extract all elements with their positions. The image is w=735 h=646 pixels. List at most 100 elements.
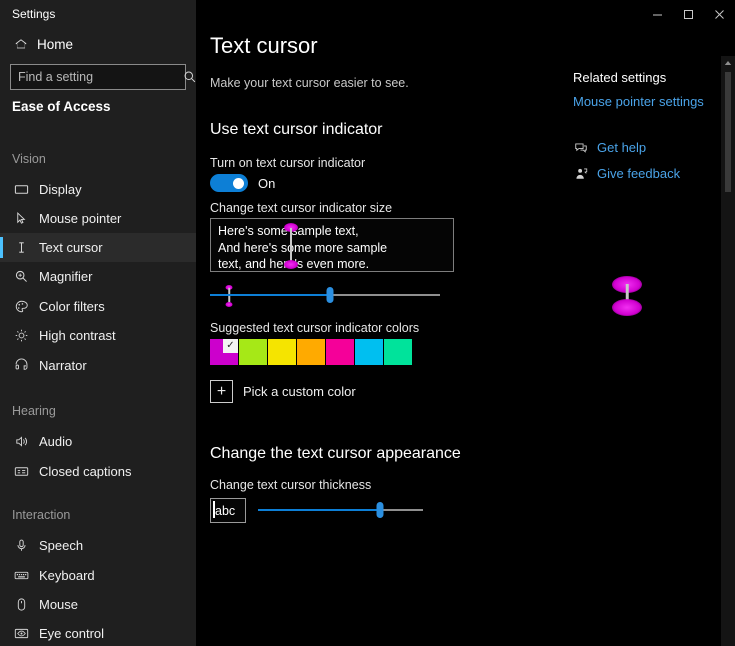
sidebar-item-label: Closed captions bbox=[39, 464, 132, 479]
sidebar-item-label: Display bbox=[39, 182, 82, 197]
sidebar-item-narrator[interactable]: Narrator bbox=[0, 351, 196, 380]
swatch-check-icon: ✓ bbox=[223, 339, 238, 353]
closed-captions-icon bbox=[13, 464, 29, 480]
sidebar-item-label: Narrator bbox=[39, 358, 87, 373]
search-input[interactable] bbox=[11, 70, 183, 84]
thickness-label: Change text cursor thickness bbox=[210, 478, 371, 492]
toggle-knob bbox=[233, 178, 244, 189]
give-feedback-label: Give feedback bbox=[597, 166, 680, 181]
sidebar-item-label: Text cursor bbox=[39, 240, 103, 255]
section-heading-appearance: Change the text cursor appearance bbox=[210, 445, 461, 463]
color-swatch-yellow[interactable] bbox=[268, 339, 296, 365]
magnifier-icon bbox=[13, 269, 29, 285]
help-chat-icon bbox=[573, 140, 588, 155]
sidebar-item-mouse[interactable]: Mouse bbox=[0, 590, 196, 619]
color-swatch-cyan[interactable] bbox=[355, 339, 383, 365]
mouse-pointer-icon bbox=[13, 211, 29, 227]
suggested-colors-swatches: ✓ bbox=[210, 339, 412, 365]
sidebar-item-magnifier[interactable]: Magnifier bbox=[0, 262, 196, 291]
sidebar-item-label: Mouse bbox=[39, 597, 78, 612]
slider-fill bbox=[258, 509, 380, 511]
sidebar-item-label: Magnifier bbox=[39, 269, 92, 284]
toggle-description: Turn on text cursor indicator bbox=[210, 156, 365, 170]
preview-line: text, and here's even more. bbox=[218, 256, 446, 272]
text-cursor-indicator-toggle-row[interactable]: On bbox=[210, 174, 275, 192]
color-filters-icon bbox=[13, 299, 29, 315]
sidebar-item-mouse-pointer[interactable]: Mouse pointer bbox=[0, 204, 196, 233]
scroll-up-arrow-icon[interactable] bbox=[721, 56, 735, 70]
color-swatch-pink[interactable] bbox=[326, 339, 354, 365]
color-swatch-orange[interactable] bbox=[297, 339, 325, 365]
home-icon bbox=[13, 37, 28, 52]
slider-fill bbox=[210, 294, 330, 296]
pick-custom-color-label: Pick a custom color bbox=[243, 384, 356, 399]
feedback-person-icon bbox=[573, 166, 588, 181]
sidebar-item-label: Speech bbox=[39, 538, 83, 553]
indicator-bar bbox=[626, 284, 629, 308]
microphone-icon bbox=[13, 538, 29, 554]
text-cursor-icon bbox=[13, 240, 29, 256]
give-feedback-link[interactable]: Give feedback bbox=[573, 166, 680, 181]
keyboard-icon bbox=[13, 568, 29, 584]
thickness-preview-label: abc bbox=[215, 504, 235, 518]
sidebar-item-label: Keyboard bbox=[39, 568, 95, 583]
text-cursor-indicator-toggle[interactable] bbox=[210, 174, 248, 192]
get-help-label: Get help bbox=[597, 140, 646, 155]
sidebar-item-home[interactable]: Home bbox=[10, 33, 186, 55]
sidebar-item-audio[interactable]: Audio bbox=[0, 427, 196, 456]
sidebar-category: Ease of Access bbox=[12, 99, 111, 114]
preview-line: Here's some sample text, bbox=[218, 223, 446, 240]
slider-thumb[interactable] bbox=[326, 287, 333, 303]
narrator-icon bbox=[13, 358, 29, 374]
slider-thumb[interactable] bbox=[376, 502, 383, 518]
page-subtitle: Make your text cursor easier to see. bbox=[210, 76, 409, 90]
color-swatch-spring-green[interactable] bbox=[384, 339, 412, 365]
get-help-link[interactable]: Get help bbox=[573, 140, 646, 155]
mouse-icon bbox=[13, 597, 29, 613]
main-content: Text cursor Make your text cursor easier… bbox=[196, 0, 735, 646]
sidebar-item-label: High contrast bbox=[39, 328, 116, 343]
sidebar-item-closed-captions[interactable]: Closed captions bbox=[0, 457, 196, 486]
sidebar-item-speech[interactable]: Speech bbox=[0, 531, 196, 560]
sidebar-item-label: Audio bbox=[39, 434, 72, 449]
sidebar-group-hearing: Hearing bbox=[12, 404, 56, 418]
plus-icon: + bbox=[210, 380, 233, 403]
scrollbar-thumb[interactable] bbox=[725, 72, 731, 192]
thickness-slider[interactable] bbox=[258, 502, 423, 518]
sidebar-item-text-cursor[interactable]: Text cursor bbox=[0, 233, 196, 262]
speaker-icon bbox=[13, 434, 29, 450]
page-title: Text cursor bbox=[210, 33, 318, 59]
sidebar-home-label: Home bbox=[37, 37, 73, 52]
monitor-icon bbox=[13, 182, 29, 198]
sidebar-item-color-filters[interactable]: Color filters bbox=[0, 292, 196, 321]
sidebar-item-high-contrast[interactable]: High contrast bbox=[0, 321, 196, 350]
related-settings-heading: Related settings bbox=[573, 70, 666, 85]
settings-window: Settings Home Ease of Access Vision Disp… bbox=[0, 0, 735, 646]
mouse-pointer-settings-link[interactable]: Mouse pointer settings bbox=[573, 94, 704, 109]
search-box[interactable] bbox=[10, 64, 186, 90]
indicator-size-label: Change text cursor indicator size bbox=[210, 201, 392, 215]
thickness-caret bbox=[213, 501, 215, 518]
sidebar-item-display[interactable]: Display bbox=[0, 175, 196, 204]
color-swatch-magenta[interactable]: ✓ bbox=[210, 339, 238, 365]
indicator-cap-bottom bbox=[612, 299, 642, 316]
sidebar-title: Settings bbox=[12, 7, 55, 21]
sidebar-item-eye-control[interactable]: Eye control bbox=[0, 619, 196, 646]
preview-line: And here's some more sample bbox=[218, 240, 446, 257]
sidebar-item-label: Eye control bbox=[39, 626, 104, 641]
eye-control-icon bbox=[13, 626, 29, 642]
sidebar: Settings Home Ease of Access Vision Disp… bbox=[0, 0, 196, 646]
color-swatch-yellow-green[interactable] bbox=[239, 339, 267, 365]
pick-custom-color-button[interactable]: + Pick a custom color bbox=[210, 380, 356, 403]
sidebar-item-keyboard[interactable]: Keyboard bbox=[0, 561, 196, 590]
indicator-cap-top bbox=[612, 276, 642, 293]
indicator-size-slider[interactable] bbox=[210, 286, 440, 304]
vertical-scrollbar[interactable] bbox=[721, 56, 735, 646]
sidebar-item-label: Color filters bbox=[39, 299, 105, 314]
thickness-preview-text: abc bbox=[215, 504, 235, 518]
high-contrast-icon bbox=[13, 328, 29, 344]
suggested-colors-label: Suggested text cursor indicator colors bbox=[210, 321, 419, 335]
thickness-preview-box: abc bbox=[210, 498, 246, 523]
toggle-state-label: On bbox=[258, 176, 275, 191]
section-heading-indicator: Use text cursor indicator bbox=[210, 121, 383, 139]
